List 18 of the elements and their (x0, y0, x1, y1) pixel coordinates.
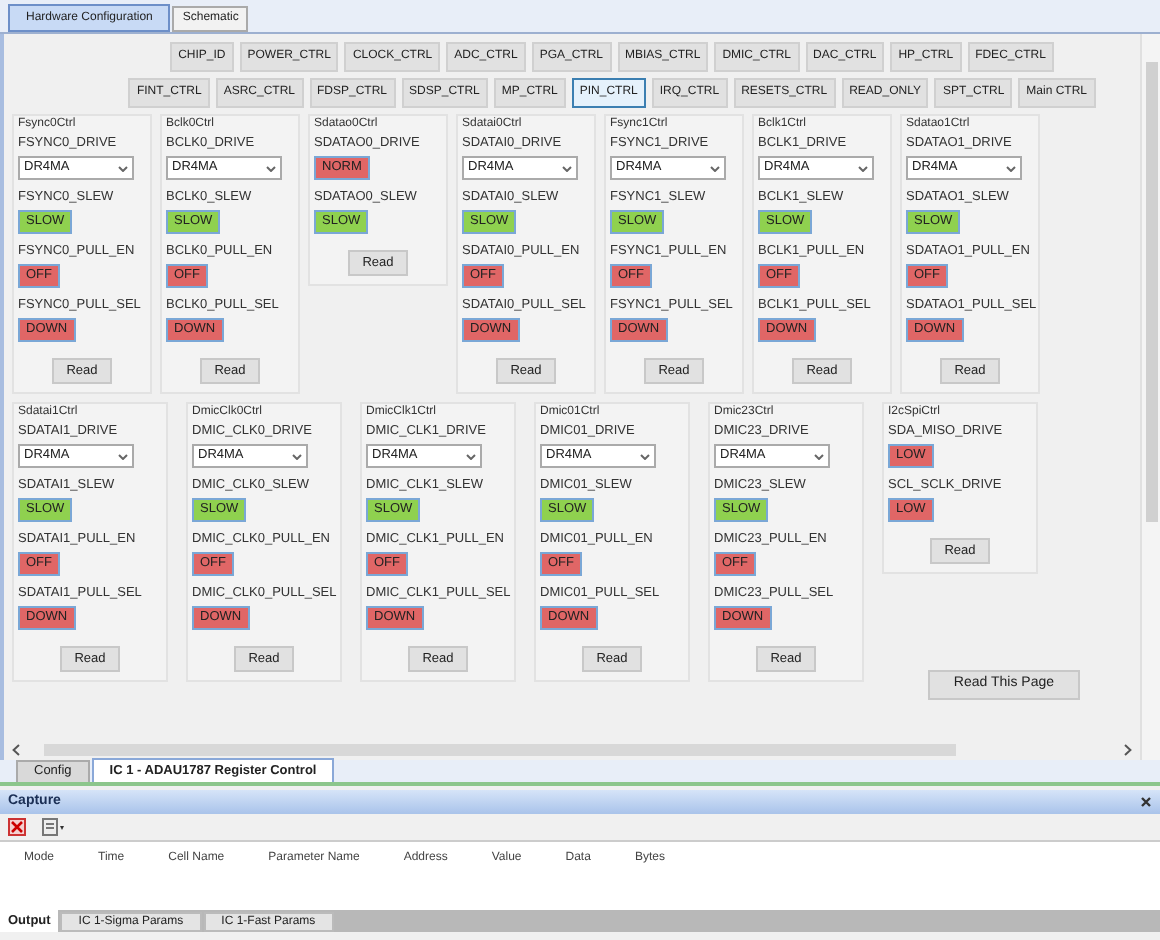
chevron-icon (562, 165, 572, 171)
horizontal-scrollbar[interactable] (44, 743, 956, 755)
chevron-icon (710, 165, 720, 171)
chevron-icon (266, 165, 276, 171)
scroll-left-icon[interactable] (12, 743, 20, 755)
close-icon[interactable] (1140, 796, 1152, 808)
chevron-icon (118, 165, 128, 171)
clear-icon[interactable] (8, 818, 26, 836)
chevron-icon (118, 453, 128, 459)
scroll-right-icon[interactable] (1124, 743, 1132, 755)
chevron-icon (466, 453, 476, 459)
chevron-icon (814, 453, 824, 459)
chevron-icon (1006, 165, 1016, 171)
columns-menu-icon[interactable] (42, 818, 66, 836)
chevron-icon (292, 453, 302, 459)
vertical-scrollbar[interactable] (1140, 34, 1160, 760)
chevron-icon (858, 165, 868, 171)
chevron-icon (640, 453, 650, 459)
